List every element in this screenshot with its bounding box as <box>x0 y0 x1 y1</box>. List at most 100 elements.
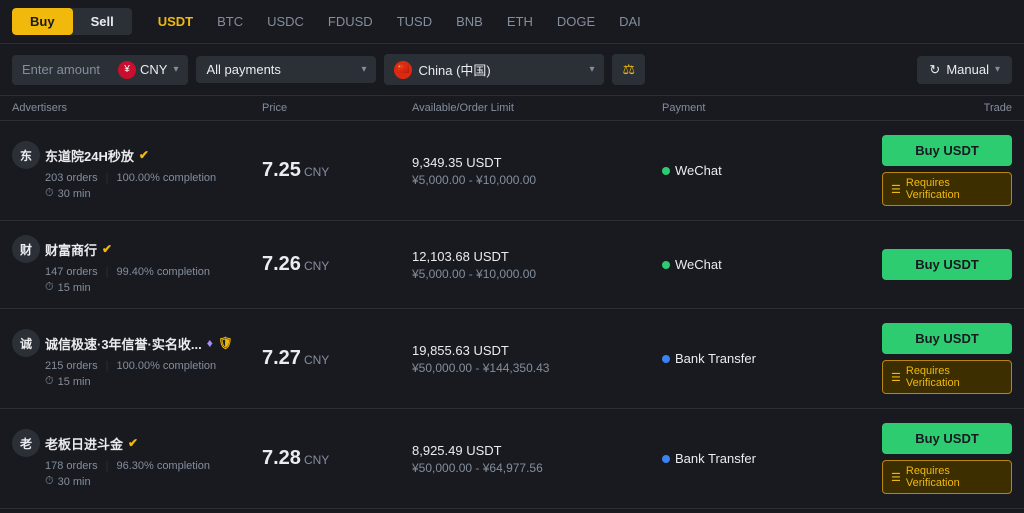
payment-col-1: WeChat <box>662 257 862 272</box>
table-row: 东东道院24H秒放✔203 orders|100.00% completion⏱… <box>0 121 1024 221</box>
orders-1: 147 orders <box>45 266 98 278</box>
avail-range-1: ¥5,000.00 - ¥10,000.00 <box>412 267 662 281</box>
clock-icon-1: ⏱ <box>45 281 54 294</box>
price-big-3: 7.28 <box>262 447 301 469</box>
adv-time-0: ⏱30 min <box>45 187 262 200</box>
avail-range-0: ¥5,000.00 - ¥10,000.00 <box>412 173 662 187</box>
time-val-2: 15 min <box>58 376 91 388</box>
clock-icon-2: ⏱ <box>45 375 54 388</box>
currency-flag: ¥ CNY <box>118 61 167 79</box>
payments-arrow: ▾ <box>361 64 366 75</box>
avatar-1: 财 <box>12 235 40 263</box>
adv-name-row-3: 老老板日进斗金✔ <box>12 429 262 457</box>
price-col-1: 7.26CNY <box>262 253 412 276</box>
advertiser-col-2: 诚诚信极速·3年信誉·实名收...♦🛡215 orders|100.00% co… <box>12 329 262 388</box>
currency-tab-doge[interactable]: DOGE <box>547 8 605 35</box>
cny-flag: ¥ <box>118 61 136 79</box>
currency-tab-usdc[interactable]: USDC <box>257 8 314 35</box>
amount-input[interactable] <box>22 62 112 77</box>
completion-2: 100.00% completion <box>116 360 216 372</box>
col-avail-limit: Available/Order Limit <box>412 102 662 114</box>
verified-icon-0: ✔ <box>139 148 149 162</box>
payment-col-3: Bank Transfer <box>662 451 862 466</box>
adv-name-3[interactable]: 老板日进斗金 <box>45 434 123 453</box>
buy-usdt-button-1[interactable]: Buy USDT <box>882 249 1012 280</box>
adv-time-1: ⏱ 15 min <box>45 281 262 294</box>
verification-badge-2: ☰Requires Verification <box>882 360 1012 394</box>
currency-tabs: USDTBTCUSDCFDUSDTUSDBNBETHDOGEDAI <box>148 8 651 35</box>
col-trade: Trade <box>862 102 1012 114</box>
orders-0: 203 orders <box>45 172 98 184</box>
currency-tab-bnb[interactable]: BNB <box>446 8 493 35</box>
manual-button[interactable]: ↻ Manual ▾ <box>917 56 1012 84</box>
price-currency-1: CNY <box>304 259 329 273</box>
payments-label: All payments <box>206 62 280 77</box>
currency-dropdown-arrow[interactable]: ▾ <box>173 64 178 75</box>
avail-amount-1: 12,103.68 USDT <box>412 249 662 264</box>
diamond-icon-2: ♦ <box>207 336 213 350</box>
sell-button[interactable]: Sell <box>73 8 132 35</box>
country-select[interactable]: 🇨🇳 China (中国) ▾ <box>384 54 604 85</box>
country-label: China (中国) <box>418 60 490 79</box>
currency-tab-btc[interactable]: BTC <box>207 8 253 35</box>
price-col-0: 7.25CNY <box>262 159 412 182</box>
adv-name-1[interactable]: 财富商行 <box>45 240 97 259</box>
refresh-icon: ↻ <box>929 62 940 78</box>
payments-select[interactable]: All payments ▾ <box>196 56 376 83</box>
adv-stats-3: 178 orders|96.30% completion <box>45 460 262 472</box>
verified-icon-3: ✔ <box>128 436 138 450</box>
currency-code: CNY <box>140 62 167 77</box>
price-currency-3: CNY <box>304 453 329 467</box>
payment-dot-1 <box>662 261 670 269</box>
price-currency-0: CNY <box>304 165 329 179</box>
filter-button[interactable]: ⚖ <box>612 54 645 85</box>
buy-usdt-button-3[interactable]: Buy USDT <box>882 423 1012 454</box>
avail-range-2: ¥50,000.00 - ¥144,350.43 <box>412 361 662 375</box>
avail-col-3: 8,925.49 USDT¥50,000.00 - ¥64,977.56 <box>412 443 662 475</box>
completion-0: 100.00% completion <box>116 172 216 184</box>
china-flag: 🇨🇳 <box>394 61 412 79</box>
orders-3: 178 orders <box>45 460 98 472</box>
payment-dot-2 <box>662 355 670 363</box>
adv-name-row-2: 诚诚信极速·3年信誉·实名收...♦🛡 <box>12 329 262 357</box>
ad-rows-container: 东东道院24H秒放✔203 orders|100.00% completion⏱… <box>0 121 1024 509</box>
payment-label-3: Bank Transfer <box>675 451 756 466</box>
shield-icon-2: 🛡 <box>218 336 233 350</box>
price-currency-2: CNY <box>304 353 329 367</box>
currency-tab-tusd[interactable]: TUSD <box>387 8 442 35</box>
verified-icon-1: ✔ <box>102 242 112 256</box>
avail-amount-2: 19,855.63 USDT <box>412 343 662 358</box>
manual-label: Manual <box>946 62 989 77</box>
col-advertisers: Advertisers <box>12 102 262 114</box>
time-val-1: 15 min <box>58 282 91 294</box>
currency-tab-usdt[interactable]: USDT <box>148 8 203 35</box>
table-row: 老老板日进斗金✔178 orders|96.30% completion⏱30 … <box>0 409 1024 509</box>
price-col-2: 7.27CNY <box>262 347 412 370</box>
orders-2: 215 orders <box>45 360 98 372</box>
trade-col-2: Buy USDT ☰Requires Verification <box>862 323 1012 394</box>
adv-name-2[interactable]: 诚信极速·3年信誉·实名收... <box>45 334 202 353</box>
avail-col-0: 9,349.35 USDT¥5,000.00 - ¥10,000.00 <box>412 155 662 187</box>
avail-col-1: 12,103.68 USDT ¥5,000.00 - ¥10,000.00 <box>412 249 662 281</box>
verification-badge-0: ☰Requires Verification <box>882 172 1012 206</box>
verify-icon-3: ☰ <box>891 471 901 484</box>
trade-col-1: Buy USDT <box>862 249 1012 280</box>
buy-usdt-button-0[interactable]: Buy USDT <box>882 135 1012 166</box>
adv-name-0[interactable]: 东道院24H秒放 <box>45 146 134 165</box>
avatar-0: 东 <box>12 141 40 169</box>
avail-col-2: 19,855.63 USDT ¥50,000.00 - ¥144,350.43 <box>412 343 662 375</box>
currency-tab-dai[interactable]: DAI <box>609 8 651 35</box>
col-payment: Payment <box>662 102 862 114</box>
currency-tab-fdusd[interactable]: FDUSD <box>318 8 383 35</box>
buy-button[interactable]: Buy <box>12 8 73 35</box>
buy-usdt-button-2[interactable]: Buy USDT <box>882 323 1012 354</box>
adv-time-2: ⏱ 15 min <box>45 375 262 388</box>
advertiser-col-3: 老老板日进斗金✔178 orders|96.30% completion⏱30 … <box>12 429 262 488</box>
payment-col-2: Bank Transfer <box>662 351 862 366</box>
trade-col-0: Buy USDT ☰Requires Verification <box>862 135 1012 206</box>
payment-label-1: WeChat <box>675 257 722 272</box>
table-row: 财财富商行✔147 orders|99.40% completion⏱15 mi… <box>0 221 1024 309</box>
verify-label-0: Requires Verification <box>906 177 1003 201</box>
currency-tab-eth[interactable]: ETH <box>497 8 543 35</box>
top-bar: Buy Sell USDTBTCUSDCFDUSDTUSDBNBETHDOGED… <box>0 0 1024 44</box>
